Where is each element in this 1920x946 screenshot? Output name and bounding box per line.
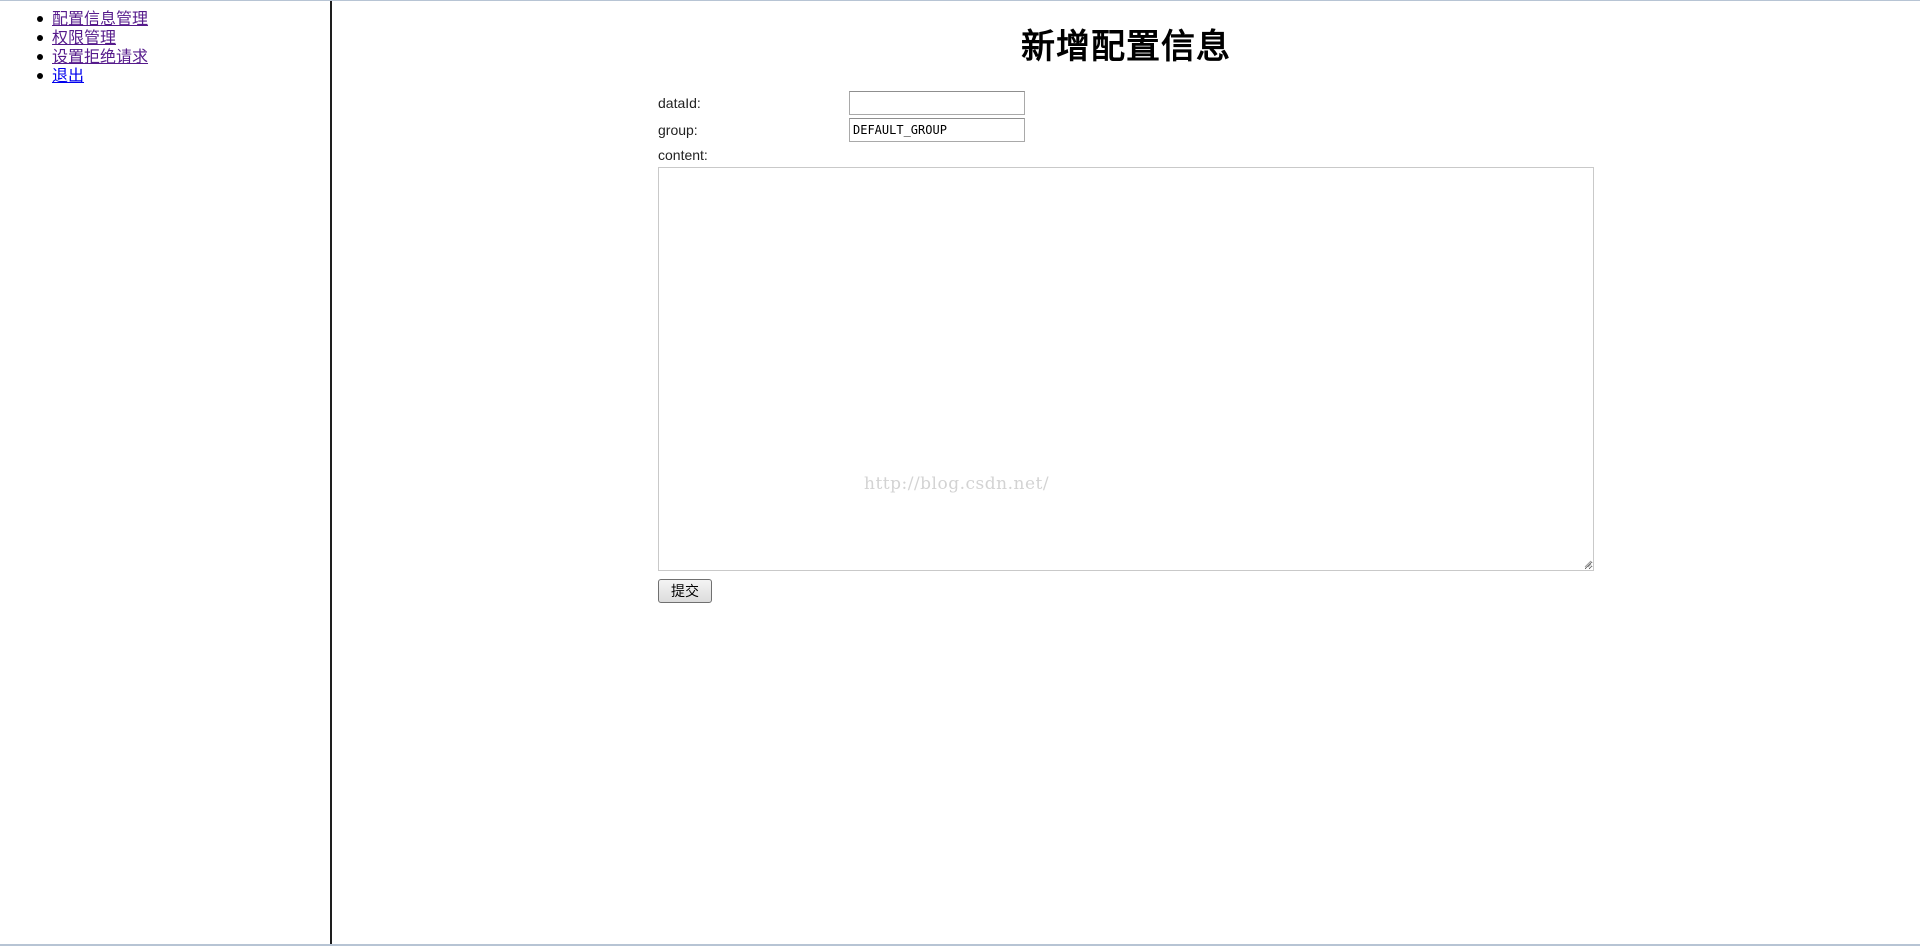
bullet-icon <box>37 35 43 41</box>
dataid-input[interactable] <box>849 91 1025 115</box>
nav-item-config-management: 配置信息管理 <box>32 9 148 28</box>
content-label: content: <box>658 147 708 163</box>
bullet-icon <box>37 73 43 79</box>
left-nav-frame: 配置信息管理 权限管理 设置拒绝请求 退出 <box>0 1 330 944</box>
bullet-icon <box>37 16 43 22</box>
dataid-label: dataId: <box>658 95 701 111</box>
bullet-icon <box>37 54 43 60</box>
submit-button[interactable]: 提交 <box>658 579 712 603</box>
nav-item-reject-requests: 设置拒绝请求 <box>32 47 148 66</box>
main-frame: 新增配置信息 dataId: group: content: http://bl… <box>332 1 1920 944</box>
nav-item-logout: 退出 <box>32 66 148 85</box>
nav-item-permission-management: 权限管理 <box>32 28 148 47</box>
resize-grip-icon[interactable] <box>1582 558 1592 568</box>
group-label: group: <box>658 122 698 138</box>
nav-list: 配置信息管理 权限管理 设置拒绝请求 退出 <box>32 9 148 85</box>
nav-link-config-management[interactable]: 配置信息管理 <box>52 9 148 28</box>
watermark: http://blog.csdn.net/ <box>864 474 1050 494</box>
group-input[interactable] <box>849 118 1025 142</box>
nav-link-reject-requests[interactable]: 设置拒绝请求 <box>52 47 148 66</box>
nav-link-permission-management[interactable]: 权限管理 <box>52 28 116 47</box>
content-textarea[interactable] <box>658 167 1594 571</box>
nav-link-logout[interactable]: 退出 <box>52 66 84 85</box>
page-title: 新增配置信息 <box>1021 27 1231 67</box>
